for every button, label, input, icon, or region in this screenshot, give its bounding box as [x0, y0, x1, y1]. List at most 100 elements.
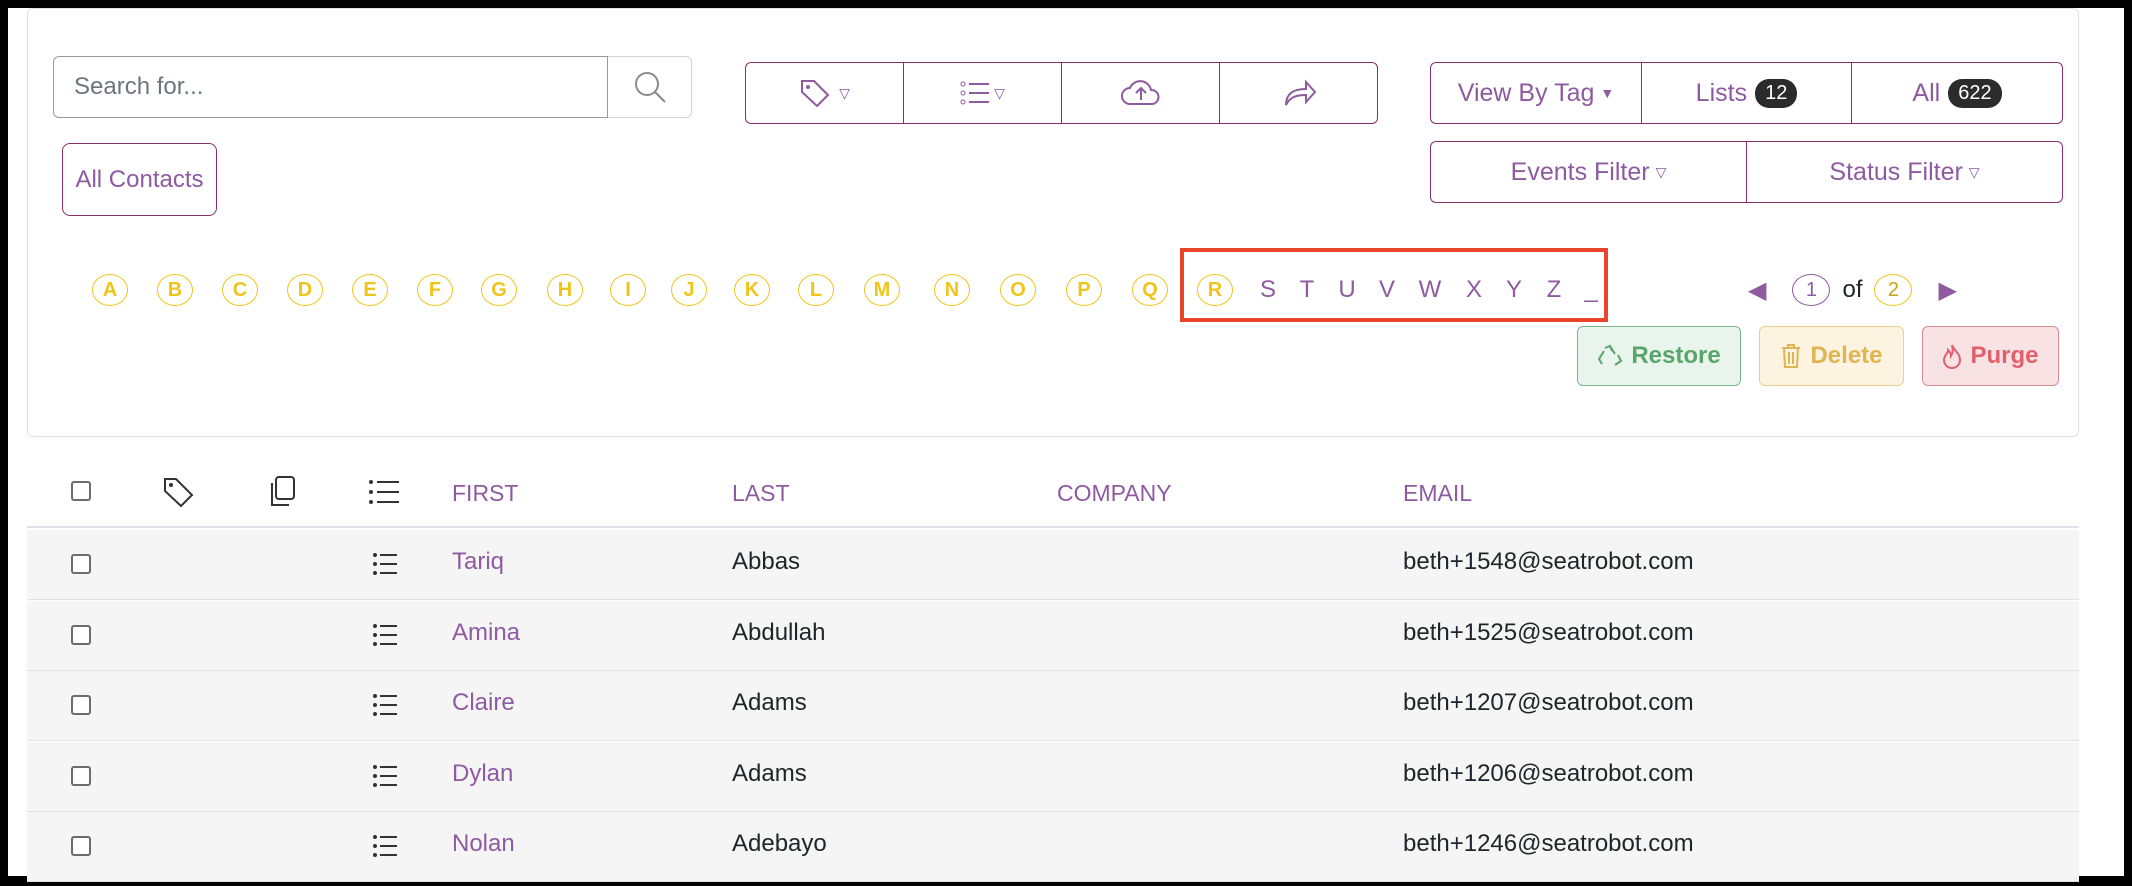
alphabet-letter-d[interactable]: D	[287, 274, 323, 306]
row-checkbox[interactable]	[71, 765, 91, 786]
email: beth+1206@seatrobot.com	[1403, 759, 1694, 787]
email: beth+1548@seatrobot.com	[1403, 548, 1694, 575]
table-row[interactable]: Amina Abdullah beth+1525@seatrobot.com	[27, 600, 2079, 671]
view-group: View By Tag ▼ Lists 12 All 622	[1430, 62, 2063, 124]
table-row[interactable]: Dylan Adams beth+1206@seatrobot.com	[27, 741, 2079, 812]
bulk-actions-group: ▽ ▽	[745, 62, 1378, 124]
purge-button[interactable]: Purge	[1922, 326, 2059, 386]
alphabet-letter-k[interactable]: K	[734, 274, 770, 306]
caret-down-icon: ▽	[1655, 163, 1667, 180]
list-icon[interactable]	[372, 623, 398, 647]
all-button[interactable]: All 622	[1851, 62, 2063, 124]
prev-page-icon[interactable]: ◀	[1748, 276, 1766, 305]
restore-label: Restore	[1631, 342, 1721, 369]
alphabet-letter-q[interactable]: Q	[1132, 274, 1168, 306]
caret-down-icon: ▽	[839, 84, 850, 101]
highlight-box	[1180, 248, 1608, 322]
list-icon[interactable]	[368, 478, 400, 506]
email: beth+1246@seatrobot.com	[1403, 830, 1694, 857]
search-placeholder: Search for...	[74, 73, 204, 100]
restore-button[interactable]: Restore	[1577, 326, 1741, 386]
fire-icon	[1943, 344, 1962, 369]
list-icon[interactable]	[372, 552, 398, 576]
alphabet-letter-g[interactable]: G	[481, 274, 517, 306]
search-input[interactable]: Search for...	[53, 56, 608, 118]
first-name-link[interactable]: Tariq	[452, 548, 504, 576]
share-button[interactable]	[1219, 62, 1378, 124]
purge-label: Purge	[1970, 342, 2039, 369]
lists-button[interactable]: Lists 12	[1641, 62, 1851, 124]
events-filter-button[interactable]: Events Filter ▽	[1430, 141, 1746, 203]
cloud-upload-icon	[1120, 80, 1159, 105]
list-icon[interactable]	[372, 834, 398, 858]
column-header-last[interactable]: LAST	[732, 480, 790, 507]
row-checkbox[interactable]	[71, 624, 91, 645]
list-icon[interactable]	[372, 764, 398, 788]
lists-count-badge: 12	[1755, 78, 1798, 108]
status-filter-label: Status Filter	[1829, 157, 1963, 186]
filter-group: Events Filter ▽ Status Filter ▽	[1430, 141, 2063, 203]
email: beth+1207@seatrobot.com	[1403, 689, 1694, 716]
status-filter-button[interactable]: Status Filter ▽	[1746, 141, 2063, 203]
trash-icon	[1782, 344, 1801, 368]
table-header: FIRST LAST COMPANY EMAIL	[27, 458, 2079, 528]
alphabet-letter-n[interactable]: N	[934, 274, 970, 306]
first-name-link[interactable]: Claire	[452, 689, 515, 717]
delete-label: Delete	[1810, 342, 1883, 369]
first-name-link[interactable]: Nolan	[452, 830, 515, 858]
alphabet-letter-i[interactable]: I	[610, 274, 646, 306]
column-header-first[interactable]: FIRST	[452, 480, 518, 507]
last-name: Adams	[732, 759, 807, 787]
alphabet-letter-j[interactable]: J	[671, 274, 707, 306]
caret-down-icon: ▽	[994, 84, 1005, 101]
last-name: Abdullah	[732, 618, 826, 646]
alphabet-letter-l[interactable]: L	[798, 274, 834, 306]
view-by-tag-button[interactable]: View By Tag ▼	[1430, 62, 1641, 124]
tag-icon[interactable]	[162, 476, 196, 508]
table-row[interactable]: Claire Adams beth+1207@seatrobot.com	[27, 671, 2079, 741]
last-name: Adams	[732, 689, 807, 716]
list-icon[interactable]	[372, 693, 398, 717]
email: beth+1525@seatrobot.com	[1403, 618, 1694, 646]
last-name: Adebayo	[732, 830, 827, 857]
next-page-icon[interactable]: ▶	[1938, 276, 1956, 305]
search-icon	[634, 72, 666, 103]
column-header-email[interactable]: EMAIL	[1403, 480, 1472, 507]
row-checkbox[interactable]	[71, 554, 91, 574]
tag-dropdown-button[interactable]: ▽	[745, 62, 903, 124]
lists-label: Lists	[1695, 78, 1748, 107]
upload-button[interactable]	[1061, 62, 1219, 124]
first-name-link[interactable]: Dylan	[452, 760, 513, 788]
alphabet-letter-b[interactable]: B	[157, 274, 193, 306]
table-row[interactable]: Tariq Abbas beth+1548@seatrobot.com	[27, 530, 2079, 600]
caret-down-icon: ▽	[1968, 163, 1980, 180]
table-row[interactable]: Nolan Adebayo beth+1246@seatrobot.com	[27, 812, 2079, 882]
search-button[interactable]	[608, 56, 692, 118]
view-by-tag-label: View By Tag	[1457, 78, 1595, 107]
all-label: All	[1912, 78, 1941, 107]
column-header-company[interactable]: COMPANY	[1057, 480, 1172, 507]
page-of-label: of	[1842, 276, 1863, 303]
all-count-badge: 622	[1948, 78, 2002, 108]
alphabet-letter-c[interactable]: C	[222, 274, 258, 306]
alphabet-letter-a[interactable]: A	[92, 274, 128, 306]
page-total[interactable]: 2	[1874, 274, 1913, 306]
alphabet-letter-o[interactable]: O	[1000, 274, 1036, 306]
list-dropdown-button[interactable]: ▽	[903, 62, 1061, 124]
delete-button[interactable]: Delete	[1759, 326, 1904, 386]
select-all-checkbox[interactable]	[71, 481, 91, 501]
first-name-link[interactable]: Amina	[452, 619, 520, 647]
share-icon	[1284, 79, 1316, 106]
caret-down-icon: ▼	[1600, 85, 1615, 101]
alphabet-letter-p[interactable]: P	[1066, 274, 1102, 306]
row-checkbox[interactable]	[71, 836, 91, 856]
copy-icon[interactable]	[267, 474, 297, 510]
alphabet-letter-h[interactable]: H	[547, 274, 583, 306]
alphabet-letter-f[interactable]: F	[417, 274, 453, 306]
events-filter-label: Events Filter	[1510, 157, 1650, 186]
row-checkbox[interactable]	[71, 695, 91, 715]
all-contacts-button[interactable]: All Contacts	[62, 143, 217, 216]
alphabet-letter-m[interactable]: M	[864, 274, 900, 306]
alphabet-letter-e[interactable]: E	[352, 274, 388, 306]
page-current[interactable]: 1	[1792, 274, 1831, 306]
